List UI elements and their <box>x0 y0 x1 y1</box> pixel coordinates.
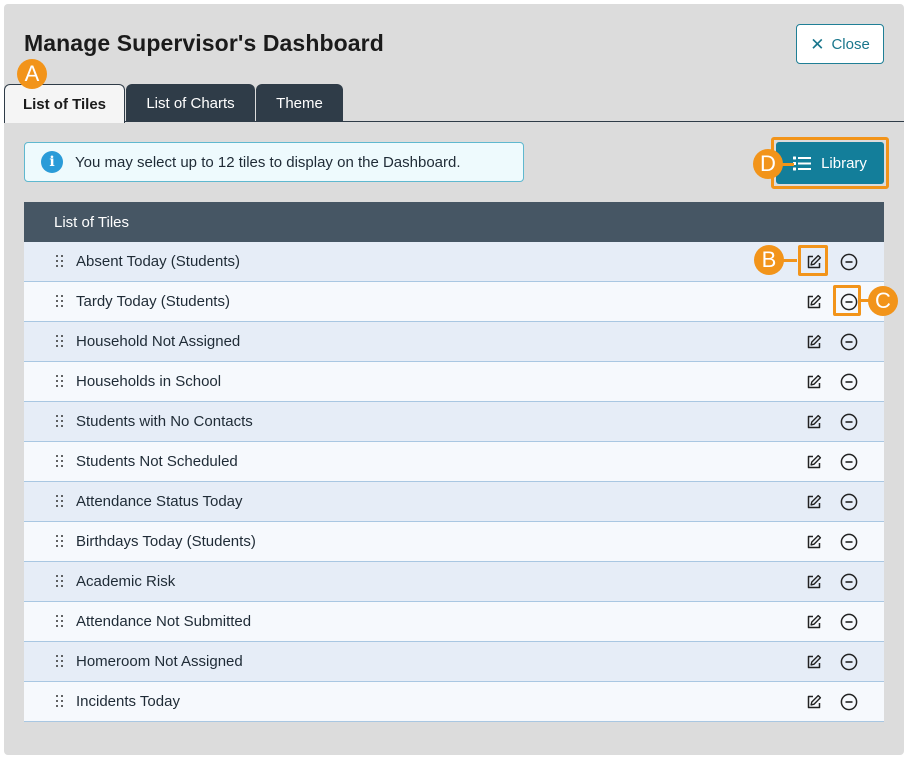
callout-d-marker: D <box>753 149 783 179</box>
remove-circle-icon[interactable] <box>840 253 858 271</box>
close-button[interactable]: ✕ Close <box>796 24 884 64</box>
tile-label: Households in School <box>76 373 222 390</box>
table-row: Households in School <box>24 362 884 402</box>
remove-circle-icon[interactable] <box>840 333 858 351</box>
edit-icon[interactable] <box>806 374 822 390</box>
dialog-title: Manage Supervisor's Dashboard <box>24 30 384 56</box>
remove-circle-icon[interactable] <box>840 373 858 391</box>
close-icon: ✕ <box>810 34 825 54</box>
tile-label: Attendance Status Today <box>76 493 243 510</box>
drag-handle-icon[interactable] <box>56 415 64 429</box>
callout-a-marker: A <box>17 59 47 89</box>
edit-icon[interactable] <box>806 414 822 430</box>
close-button-label: Close <box>831 35 870 53</box>
remove-circle-icon[interactable] <box>840 693 858 711</box>
tile-label: Incidents Today <box>76 693 180 710</box>
table-row: Academic Risk <box>24 562 884 602</box>
manage-dashboard-dialog: Manage Supervisor's Dashboard ✕ Close Li… <box>4 4 904 755</box>
tile-label: Students with No Contacts <box>76 413 253 430</box>
tile-label: Homeroom Not Assigned <box>76 653 243 670</box>
remove-circle-icon[interactable] <box>840 453 858 471</box>
table-row: Attendance Not Submitted <box>24 602 884 642</box>
drag-handle-icon[interactable] <box>56 495 64 509</box>
edit-icon[interactable] <box>806 694 822 710</box>
tile-label: Absent Today (Students) <box>76 253 240 270</box>
tile-label: Household Not Assigned <box>76 333 241 350</box>
drag-handle-icon[interactable] <box>56 535 64 549</box>
drag-handle-icon[interactable] <box>56 655 64 669</box>
callout-c-marker: C <box>868 286 898 316</box>
remove-circle-icon[interactable] <box>840 533 858 551</box>
tile-label: Birthdays Today (Students) <box>76 533 256 550</box>
table-row: Homeroom Not Assigned <box>24 642 884 682</box>
table-row: Students Not Scheduled <box>24 442 884 482</box>
callout-b-connector <box>783 259 797 262</box>
edit-highlight <box>798 245 828 276</box>
edit-icon[interactable] <box>806 294 822 310</box>
edit-icon[interactable] <box>806 574 822 590</box>
table-row: Household Not Assigned <box>24 322 884 362</box>
remove-circle-icon[interactable] <box>840 413 858 431</box>
library-button-label: Library <box>821 154 867 172</box>
edit-icon[interactable] <box>806 334 822 350</box>
tab-list-of-charts[interactable]: List of Charts <box>126 84 255 122</box>
drag-handle-icon[interactable] <box>56 255 64 269</box>
remove-circle-icon[interactable] <box>840 613 858 631</box>
tile-label: Academic Risk <box>76 573 176 590</box>
tile-label: Students Not Scheduled <box>76 453 238 470</box>
drag-handle-icon[interactable] <box>56 575 64 589</box>
edit-icon[interactable] <box>806 494 822 510</box>
drag-handle-icon[interactable] <box>56 615 64 629</box>
table-row: Tardy Today (Students) <box>24 282 884 322</box>
remove-highlight <box>833 285 861 316</box>
table-row: Students with No Contacts <box>24 402 884 442</box>
table-row: Birthdays Today (Students) <box>24 522 884 562</box>
callout-b-marker: B <box>754 245 784 275</box>
table-header: List of Tiles <box>24 202 884 242</box>
table-row: Incidents Today <box>24 682 884 722</box>
remove-circle-icon[interactable] <box>840 653 858 671</box>
drag-handle-icon[interactable] <box>56 455 64 469</box>
edit-icon[interactable] <box>806 534 822 550</box>
remove-circle-icon[interactable] <box>840 493 858 511</box>
tile-label: Attendance Not Submitted <box>76 613 252 630</box>
tile-label: Tardy Today (Students) <box>76 293 230 310</box>
drag-handle-icon[interactable] <box>56 375 64 389</box>
info-message: You may select up to 12 tiles to display… <box>75 153 461 171</box>
list-icon <box>793 156 812 170</box>
table-body: Absent Today (Students) Tardy Today (Stu… <box>24 242 884 722</box>
drag-handle-icon[interactable] <box>56 335 64 349</box>
drag-handle-icon[interactable] <box>56 295 64 309</box>
remove-circle-icon[interactable] <box>840 573 858 591</box>
edit-icon[interactable] <box>806 454 822 470</box>
info-banner: i You may select up to 12 tiles to displ… <box>24 142 524 182</box>
tab-theme[interactable]: Theme <box>256 84 343 122</box>
tab-bar: List of Tiles List of Charts Theme <box>4 84 904 123</box>
info-icon: i <box>41 151 63 173</box>
edit-icon[interactable] <box>806 614 822 630</box>
table-row: Attendance Status Today <box>24 482 884 522</box>
drag-handle-icon[interactable] <box>56 695 64 709</box>
edit-icon[interactable] <box>806 654 822 670</box>
tiles-table: List of Tiles Absent Today (Students) Ta… <box>24 202 884 722</box>
tab-list-of-tiles[interactable]: List of Tiles <box>4 84 125 123</box>
callout-d-connector <box>782 163 794 166</box>
